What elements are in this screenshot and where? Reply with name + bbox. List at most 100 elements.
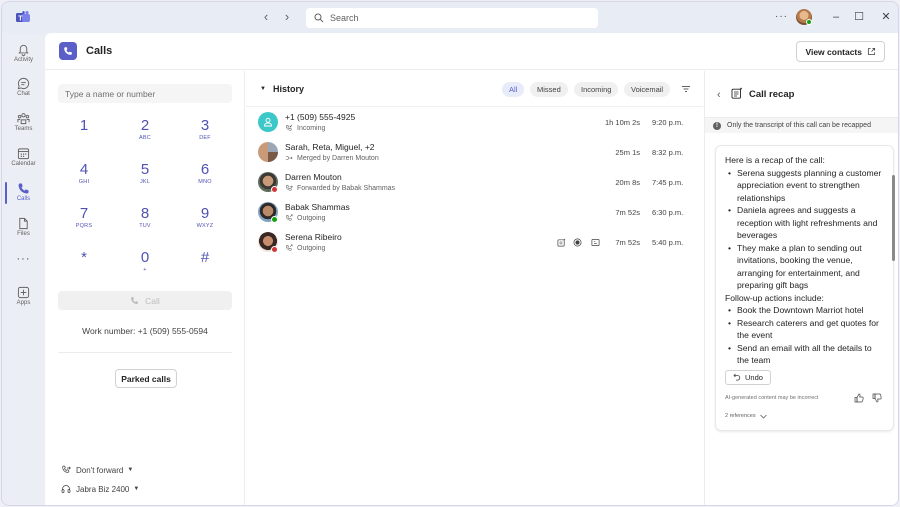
dial-key-7[interactable]: 7 PQRS (64, 205, 104, 241)
rail-label: Chat (17, 91, 30, 97)
thumbs-down-icon[interactable] (872, 393, 882, 403)
forward-label: Don't forward (76, 465, 124, 475)
rail-item-calendar[interactable]: Calendar (2, 144, 45, 178)
main-content: Calls View contacts 1 2ABC 3DEF 4GHI 5JK… (45, 33, 898, 505)
filter-icon[interactable] (681, 84, 691, 94)
info-banner: ! Only the transcript of this call can b… (705, 117, 898, 133)
history-row[interactable]: Serena Ribeiro Outgoing 7m 52s 5:40 p.m. (246, 230, 703, 260)
call-time: 9:20 p.m. (652, 118, 684, 127)
forward-button[interactable]: › (280, 10, 294, 24)
undo-icon (733, 373, 741, 381)
references-toggle[interactable]: 2 references (725, 413, 767, 419)
dial-input[interactable] (58, 84, 232, 103)
phone-icon (131, 296, 139, 304)
call-recap-pane: ‹ Call recap ! Only the transcript of th… (704, 71, 898, 505)
call-label: Call (145, 295, 160, 306)
call-type-label: Outgoing (297, 244, 326, 252)
call-forwarding-dropdown[interactable]: Don't forward ▼ (61, 465, 133, 475)
back-button[interactable]: ‹ (259, 10, 273, 24)
dial-key-star[interactable]: * (64, 249, 104, 285)
history-row[interactable]: +1 (509) 555-4925 Incoming 1h 10m 2s 9:2… (246, 110, 703, 140)
call-duration: 7m 52s (615, 238, 640, 247)
recap-points: Serena suggests planning a customer appr… (725, 167, 885, 292)
app-rail: Activity Chat Teams Calendar Calls Files… (2, 33, 45, 505)
back-chevron-icon[interactable]: ‹ (717, 89, 721, 101)
maximize-button[interactable]: ☐ (852, 10, 866, 24)
info-icon: ! (713, 121, 721, 130)
rail-item-more[interactable]: ··· (2, 253, 45, 273)
chat-icon (17, 77, 30, 90)
call-type: Incoming (285, 124, 325, 132)
call-recap-icon[interactable] (557, 238, 566, 247)
recording-icon[interactable] (573, 238, 582, 247)
references-label: 2 references (725, 413, 756, 419)
filter-chip-missed[interactable]: Missed (530, 82, 568, 97)
key-letters: DEF (199, 135, 211, 141)
key-digit: 1 (79, 117, 89, 134)
key-letters: MNO (198, 179, 212, 185)
dial-key-1[interactable]: 1 (64, 117, 104, 153)
rail-item-chat[interactable]: Chat (2, 74, 45, 108)
minimize-button[interactable]: – (829, 10, 843, 24)
dial-key-0[interactable]: 0 + (125, 249, 165, 285)
view-contacts-button[interactable]: View contacts (796, 41, 885, 62)
filter-chip-voicemail[interactable]: Voicemail (624, 82, 671, 97)
history-row[interactable]: Babak Shammas Outgoing 7m 52s 6:30 p.m. (246, 200, 703, 230)
filter-chip-all[interactable]: All (502, 82, 525, 97)
transcript-icon[interactable] (591, 238, 600, 247)
dial-key-2[interactable]: 2 ABC (125, 117, 165, 153)
key-digit: * (81, 249, 87, 266)
more-options-button[interactable]: ··· (775, 11, 788, 22)
thumbs-up-icon[interactable] (854, 393, 864, 403)
contact-name: +1 (509) 555-4925 (285, 112, 356, 122)
key-digit: # (200, 249, 210, 266)
close-button[interactable]: ✕ (879, 10, 893, 24)
filter-chip-incoming[interactable]: Incoming (574, 82, 619, 97)
rail-item-teams[interactable]: Teams (2, 109, 45, 143)
rail-item-files[interactable]: Files (2, 214, 45, 248)
phone-icon (64, 47, 72, 55)
dial-pad-pane: 1 2ABC 3DEF 4GHI 5JKL 6MNO 7PQRS 8TUV 9W… (45, 71, 245, 505)
bell-icon (18, 44, 29, 56)
history-row[interactable]: Darren Mouton Forwarded by Babak Shammas… (246, 170, 703, 200)
key-digit: 7 (79, 205, 89, 222)
dial-key-5[interactable]: 5 JKL (125, 161, 165, 197)
audio-device-dropdown[interactable]: Jabra Biz 2400 ▼ (61, 484, 139, 494)
followup-item: Book the Downtown Marriot hotel (725, 304, 885, 317)
dial-key-8[interactable]: 8 TUV (125, 205, 165, 241)
undo-button[interactable]: Undo (725, 369, 771, 385)
rail-item-calls[interactable]: Calls (2, 179, 45, 213)
dial-key-3[interactable]: 3 DEF (185, 117, 225, 153)
call-time: 5:40 p.m. (652, 238, 684, 247)
open-external-icon (867, 47, 876, 56)
profile-avatar[interactable] (796, 9, 812, 25)
search-icon (314, 13, 324, 23)
search-box[interactable] (306, 8, 598, 28)
call-type-label: Forwarded by Babak Shammas (297, 184, 396, 192)
parked-calls-button[interactable]: Parked calls (115, 369, 177, 388)
rail-label: Calls (16, 196, 31, 202)
merge-icon (285, 156, 293, 160)
search-input[interactable] (330, 13, 580, 23)
recap-scrollbar[interactable] (892, 175, 895, 261)
key-letters: PQRS (75, 223, 93, 229)
incoming-call-icon (285, 124, 293, 131)
call-type-label: Outgoing (297, 214, 326, 222)
history-collapse-toggle[interactable]: ▼ History (260, 84, 304, 94)
rail-item-apps[interactable]: Apps (2, 283, 45, 317)
call-button[interactable]: Call (58, 291, 232, 310)
dial-key-9[interactable]: 9 WXYZ (185, 205, 225, 241)
device-label: Jabra Biz 2400 (76, 484, 130, 494)
call-time: 6:30 p.m. (652, 208, 684, 217)
contact-name: Serena Ribeiro (285, 232, 342, 242)
dial-key-4[interactable]: 4 GHI (64, 161, 104, 197)
history-row[interactable]: Sarah, Reta, Miguel, +2 Merged by Darren… (246, 140, 703, 170)
call-forward-icon (285, 184, 293, 191)
recap-point: They make a plan to sending out invitati… (725, 242, 885, 292)
key-letters: ABC (139, 135, 151, 141)
dial-key-hash[interactable]: # (185, 249, 225, 285)
calls-app-icon (59, 42, 77, 60)
dial-key-6[interactable]: 6 MNO (185, 161, 225, 197)
followup-item: Send an email with all the details to th… (725, 342, 885, 367)
rail-item-activity[interactable]: Activity (2, 40, 45, 74)
